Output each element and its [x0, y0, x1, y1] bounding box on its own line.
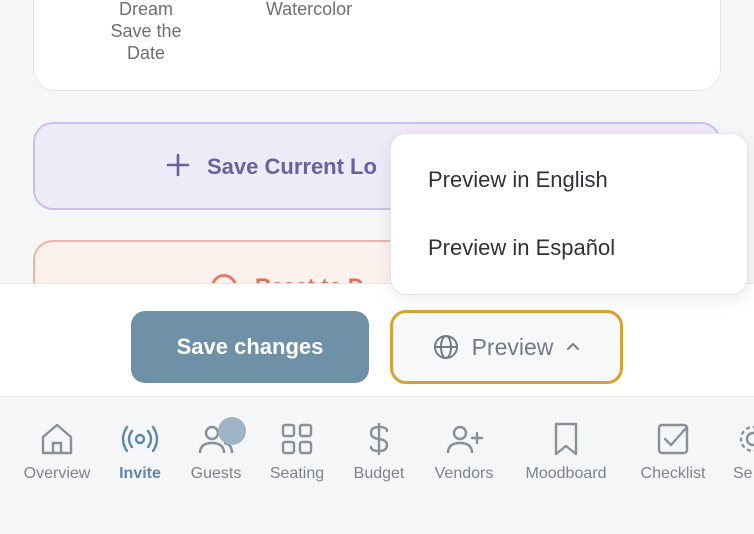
nav-label-settings: Se [733, 465, 753, 482]
chevron-up-icon [567, 343, 580, 350]
nav-item-overview[interactable]: Overview [20, 419, 94, 483]
template-card: Dream Save the Date Watercolor [33, 0, 721, 91]
nav-item-vendors[interactable]: Vendors [430, 419, 498, 483]
user-plus-icon [446, 425, 484, 454]
checkbox-icon [657, 423, 689, 455]
nav-item-budget[interactable]: Budget [349, 419, 409, 483]
nav-label-checklist: Checklist [640, 465, 706, 482]
globe-icon [433, 335, 458, 359]
nav-item-invite[interactable]: Invite [113, 419, 167, 483]
nav-label-vendors: Vendors [434, 465, 494, 482]
nav-label-seating: Seating [269, 465, 325, 482]
nav-label-guests: Guests [190, 465, 242, 482]
broadcast-icon [121, 425, 159, 453]
template-label-watercolor[interactable]: Watercolor [244, 0, 374, 20]
notification-badge [218, 417, 246, 445]
grid-icon [281, 423, 313, 455]
home-icon [41, 423, 73, 455]
settings-icon [739, 425, 754, 453]
nav-label-budget: Budget [353, 465, 405, 482]
bookmark-icon [554, 422, 578, 456]
save-current-look-label: Save Current Lo [207, 154, 377, 179]
menu-item-preview-english[interactable]: Preview in English [428, 167, 608, 193]
preview-button[interactable]: Preview [390, 310, 623, 384]
nav-item-checklist[interactable]: Checklist [636, 419, 710, 483]
action-bar: Save changes Preview [0, 283, 754, 396]
nav-item-seating[interactable]: Seating [266, 419, 328, 483]
bottom-nav: Overview Invite Guests Seating Budget Ve… [0, 396, 754, 534]
save-changes-button[interactable]: Save changes [131, 311, 369, 383]
preview-menu: Preview in English Preview in Español [390, 133, 748, 295]
nav-label-invite: Invite [119, 465, 161, 482]
nav-label-overview: Overview [23, 465, 91, 482]
menu-item-preview-espanol[interactable]: Preview in Español [428, 235, 615, 261]
nav-item-settings[interactable]: Se [733, 419, 754, 483]
preview-label: Preview [471, 333, 554, 360]
plus-icon [166, 153, 190, 177]
template-label-dream[interactable]: Dream Save the Date [96, 0, 196, 64]
nav-item-moodboard[interactable]: Moodboard [520, 419, 612, 483]
dollar-icon [369, 423, 389, 455]
nav-label-moodboard: Moodboard [525, 465, 607, 482]
